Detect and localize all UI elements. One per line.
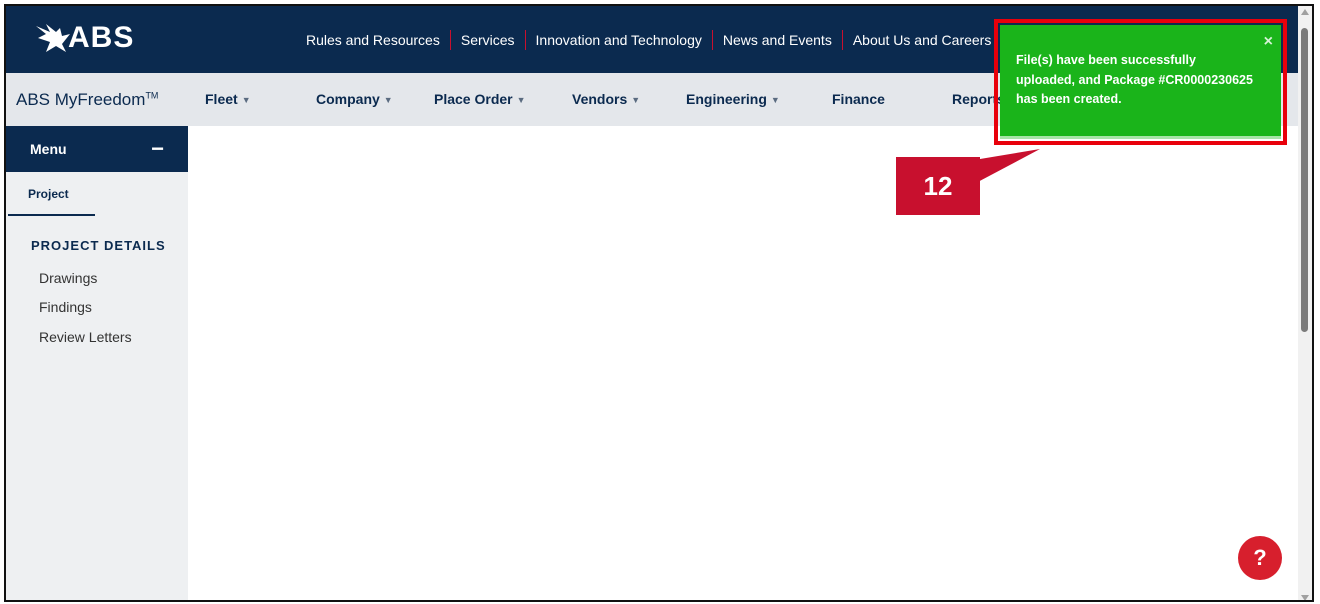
step-callout-badge: 12 <box>896 157 980 215</box>
toast-progress-bar <box>1000 136 1281 139</box>
browser-frame: ABS Rules and Resources Services Innovat… <box>4 4 1314 602</box>
close-icon[interactable]: × <box>1264 33 1273 51</box>
toast-message: File(s) have been successfully uploaded,… <box>1016 53 1253 106</box>
success-toast: File(s) have been successfully uploaded,… <box>1000 25 1281 139</box>
